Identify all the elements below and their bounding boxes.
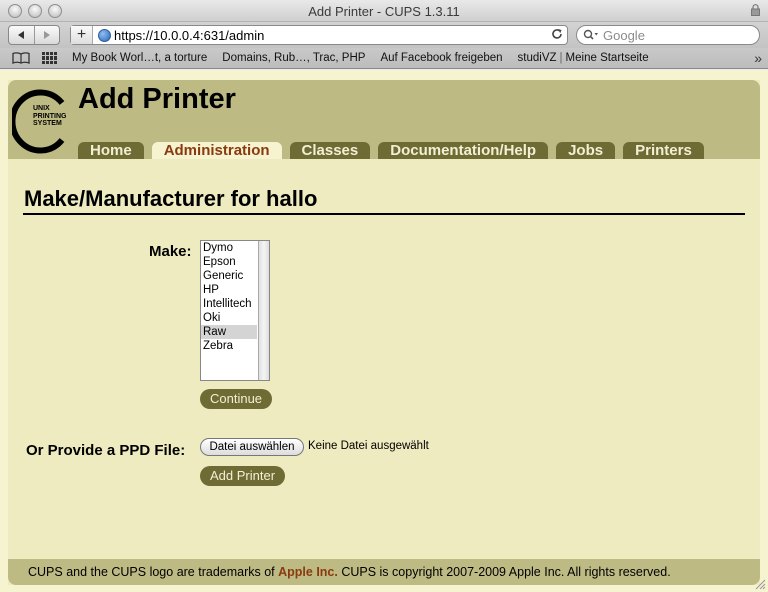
make-select[interactable]: Dymo Epson Generic HP Intellitech Oki Ra… (200, 240, 270, 381)
cups-logo-text: UNIX PRINTING SYSTEM (33, 105, 67, 127)
footer-trademark-text: CUPS and the CUPS logo are trademarks of (28, 565, 279, 579)
make-option[interactable]: HP (201, 283, 257, 297)
bookmark-item[interactable]: Meine Startseite (566, 52, 649, 64)
make-label: Make: (149, 243, 192, 260)
make-option[interactable]: Oki (201, 311, 257, 325)
search-icon (583, 29, 598, 40)
continue-button[interactable]: Continue (200, 389, 273, 409)
forward-arrow-icon (43, 31, 50, 39)
top-sites-grid-icon[interactable] (42, 52, 57, 64)
choose-file-button[interactable]: Datei auswählen (200, 438, 304, 456)
forward-button[interactable] (33, 26, 60, 44)
section-divider (23, 213, 745, 215)
section-title: Make/Manufacturer for hallo (24, 186, 318, 211)
cups-nav-tabs: Home Administration Classes Documentatio… (78, 142, 712, 159)
back-arrow-icon (18, 31, 25, 39)
bookmarks-book-icon[interactable] (12, 52, 30, 64)
footer-copyright-text: CUPS is copyright 2007-2009 Apple Inc. A… (337, 565, 671, 579)
back-button[interactable] (9, 26, 34, 44)
page-footer: CUPS and the CUPS logo are trademarks of… (8, 559, 760, 585)
make-option[interactable]: Dymo (201, 241, 257, 255)
make-option[interactable]: Epson (201, 255, 257, 269)
bookmark-item[interactable]: studiVZ (518, 52, 557, 64)
make-list-scrollbar[interactable] (258, 241, 269, 380)
make-option[interactable]: Intellitech (201, 297, 257, 311)
reload-button[interactable] (547, 28, 567, 43)
bookmarks-bar: My Book Worl…t, a torture Domains, Rub…,… (0, 48, 768, 69)
window-resize-grip-icon[interactable] (755, 579, 766, 590)
bookmark-separator: | (559, 52, 563, 64)
site-globe-icon (98, 28, 111, 42)
tab-printers[interactable]: Printers (623, 142, 704, 159)
bookmark-item[interactable]: Domains, Rub…, Trac, PHP (222, 52, 365, 64)
reload-icon (552, 28, 562, 39)
tab-classes[interactable]: Classes (289, 142, 371, 159)
tab-jobs[interactable]: Jobs (556, 142, 616, 159)
cups-page-frame: UNIX PRINTING SYSTEM Add Printer Home Ad… (8, 80, 760, 585)
add-bookmark-button[interactable]: + (71, 26, 93, 44)
bookmarks-overflow-chevron-icon[interactable]: » (754, 50, 762, 66)
make-option[interactable]: Generic (201, 269, 257, 283)
page-title: Add Printer (78, 83, 236, 115)
search-placeholder: Google (603, 27, 645, 43)
bookmark-item[interactable]: My Book Worl…t, a torture (72, 52, 207, 64)
tab-administration[interactable]: Administration (151, 142, 282, 159)
browser-toolbar: + https://10.0.0.4:631/admin Google (0, 22, 768, 48)
window-titlebar: Add Printer - CUPS 1.3.11 (0, 0, 768, 22)
tab-documentation-help[interactable]: Documentation/Help (378, 142, 549, 159)
make-option-selected[interactable]: Raw (201, 325, 257, 339)
web-page: UNIX PRINTING SYSTEM Add Printer Home Ad… (0, 70, 768, 592)
bookmark-item[interactable]: Auf Facebook freigeben (380, 52, 502, 64)
add-printer-button[interactable]: Add Printer (200, 466, 286, 486)
file-status-text: Keine Datei ausgewählt (308, 440, 429, 452)
history-nav (8, 25, 60, 45)
ppd-file-label: Or Provide a PPD File: (26, 442, 186, 459)
tab-home[interactable]: Home (78, 142, 144, 159)
search-field[interactable]: Google (576, 25, 760, 45)
apple-link[interactable]: Apple Inc. (278, 565, 338, 579)
make-option[interactable]: Zebra (201, 339, 257, 353)
window-title: Add Printer - CUPS 1.3.11 (308, 4, 460, 19)
address-bar[interactable]: + https://10.0.0.4:631/admin (70, 25, 568, 45)
url-field[interactable]: https://10.0.0.4:631/admin (114, 28, 547, 43)
lock-icon[interactable] (751, 4, 760, 16)
cups-header: UNIX PRINTING SYSTEM Add Printer Home Ad… (8, 80, 760, 159)
